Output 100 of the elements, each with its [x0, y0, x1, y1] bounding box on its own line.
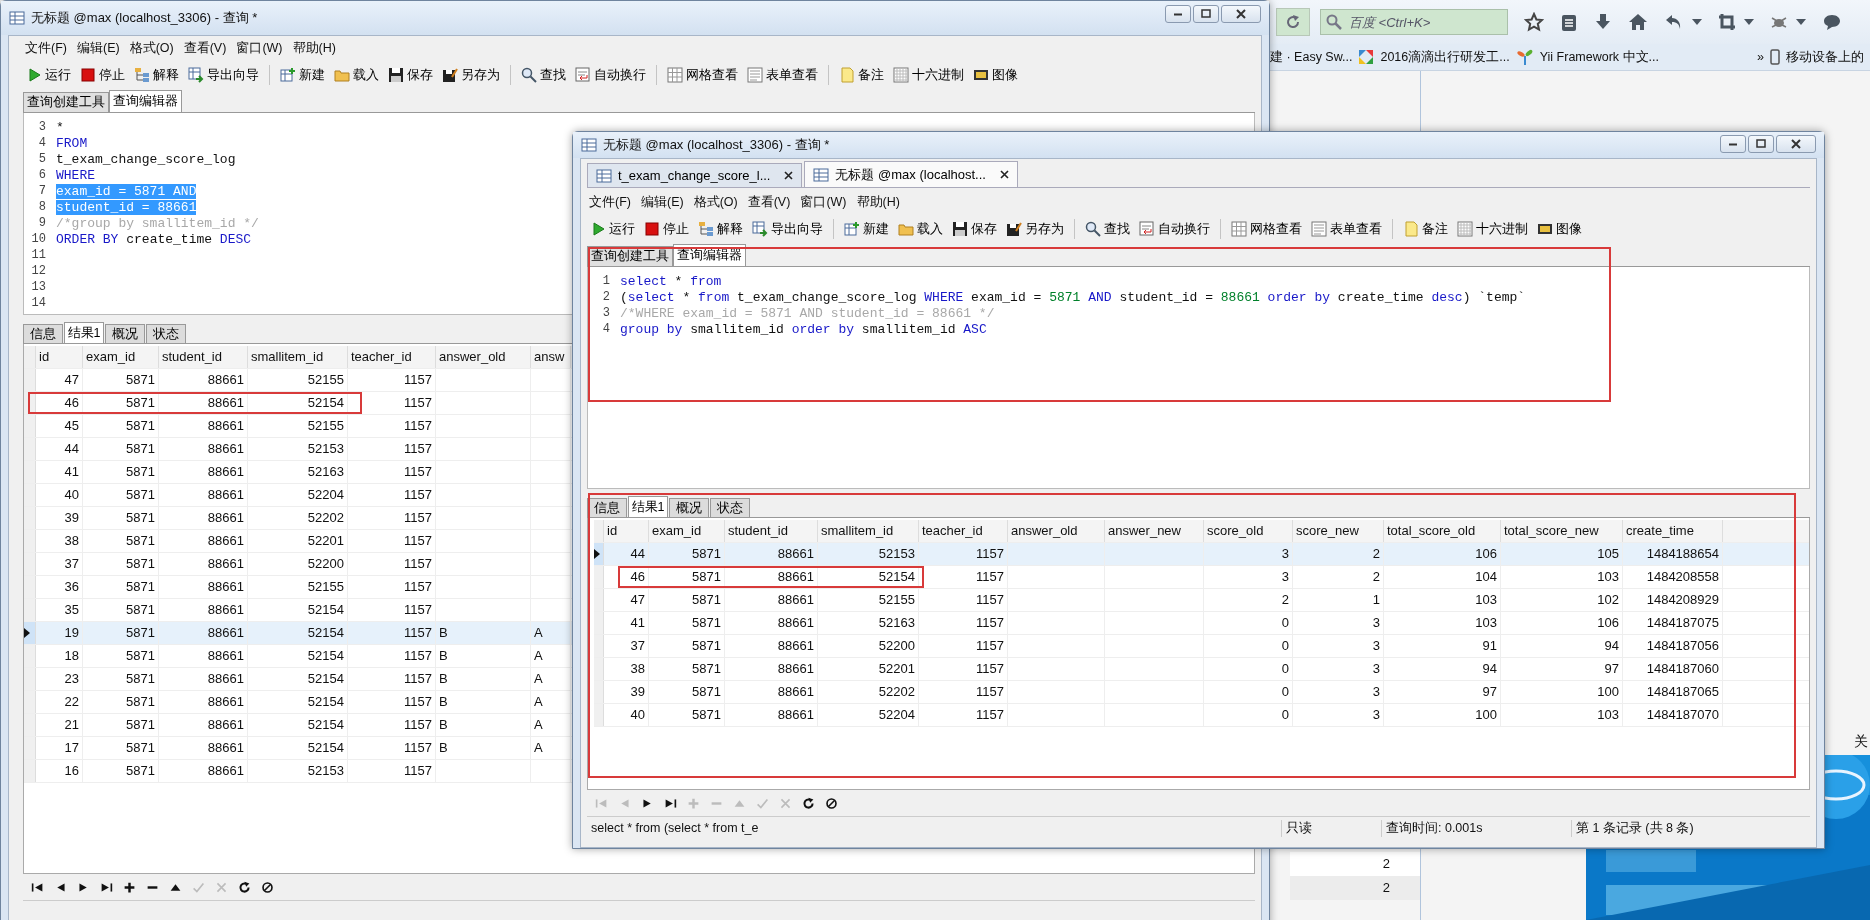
- menu-item[interactable]: 文件(F): [589, 193, 631, 211]
- menu-item[interactable]: 文件(F): [25, 39, 67, 57]
- column-header[interactable]: exam_id: [649, 520, 725, 542]
- column-header[interactable]: total_score_old: [1384, 520, 1501, 542]
- toolbar-button[interactable]: 图像: [970, 64, 1021, 86]
- toolbar-button[interactable]: 运行: [587, 218, 638, 240]
- editor-tab[interactable]: 查询编辑器: [673, 244, 746, 266]
- maximize-button[interactable]: [1748, 135, 1774, 153]
- close-icon[interactable]: [784, 171, 794, 180]
- minimize-button[interactable]: [1720, 135, 1746, 153]
- toolbar-button[interactable]: 载入: [331, 64, 382, 86]
- bookmark-link[interactable]: 建 · Easy Sw...: [1270, 48, 1353, 66]
- toolbar-button[interactable]: 备注: [1400, 218, 1451, 240]
- toolbar-button[interactable]: 运行: [23, 64, 74, 86]
- column-header[interactable]: teacher_id: [919, 520, 1008, 542]
- toolbar-button[interactable]: 停止: [641, 218, 692, 240]
- menu-item[interactable]: 窗口(W): [236, 39, 283, 57]
- refresh-icon[interactable]: [238, 880, 251, 894]
- toolbar-button[interactable]: 导出向导: [749, 218, 826, 240]
- column-header[interactable]: score_old: [1204, 520, 1293, 542]
- menu-item[interactable]: 编辑(E): [640, 193, 684, 211]
- toolbar-button[interactable]: 新建: [841, 218, 892, 240]
- toolbar-button[interactable]: 自动换行: [1136, 218, 1213, 240]
- skip-end-icon[interactable]: [100, 880, 113, 894]
- column-header[interactable]: score_new: [1293, 520, 1384, 542]
- column-header[interactable]: answer_new: [1105, 520, 1204, 542]
- result-tab[interactable]: 状态: [710, 498, 750, 517]
- column-header[interactable]: answ: [531, 346, 571, 368]
- no-entry-icon[interactable]: [825, 796, 838, 810]
- search-field[interactable]: 百度 <Ctrl+K>: [1320, 9, 1508, 35]
- bookmark-link[interactable]: 2016滴滴出行研发工...: [1380, 48, 1510, 66]
- toolbar-button[interactable]: 查找: [1082, 218, 1133, 240]
- result-tab[interactable]: 状态: [146, 324, 186, 343]
- overflow-chevron[interactable]: »: [1757, 50, 1764, 64]
- bug-icon[interactable]: [1770, 14, 1788, 30]
- left-triangle-icon[interactable]: [54, 880, 67, 894]
- toolbar-button[interactable]: 解释: [695, 218, 746, 240]
- toolbar-button[interactable]: 查找: [518, 64, 569, 86]
- caret-icon[interactable]: [1692, 19, 1702, 25]
- menu-item[interactable]: 帮助(H): [856, 193, 900, 211]
- toolbar-button[interactable]: 导出向导: [185, 64, 262, 86]
- bookmark-folder[interactable]: 移动设备上的: [1785, 48, 1864, 66]
- close-icon[interactable]: [999, 170, 1009, 179]
- refresh-button[interactable]: [1276, 8, 1310, 36]
- minimize-button[interactable]: [1165, 5, 1191, 23]
- toolbar-button[interactable]: 网格查看: [664, 64, 741, 86]
- column-header[interactable]: smallitem_id: [818, 520, 919, 542]
- result-tab[interactable]: 结果1: [628, 496, 668, 517]
- toolbar-button[interactable]: 另存为: [439, 64, 503, 86]
- menu-item[interactable]: 查看(V): [747, 193, 791, 211]
- column-header[interactable]: teacher_id: [348, 346, 436, 368]
- editor-tab[interactable]: 查询创建工具: [23, 92, 109, 112]
- column-header[interactable]: student_id: [159, 346, 248, 368]
- toolbar-button[interactable]: 网格查看: [1228, 218, 1305, 240]
- column-header[interactable]: answer_old: [436, 346, 531, 368]
- document-tab[interactable]: t_exam_change_score_l...: [587, 163, 803, 187]
- right-triangle-icon[interactable]: [641, 796, 654, 810]
- toolbar-button[interactable]: 新建: [277, 64, 328, 86]
- document-tab[interactable]: 无标题 @max (localhost...: [804, 161, 1018, 187]
- toolbar-button[interactable]: 表单查看: [744, 64, 821, 86]
- menu-item[interactable]: 帮助(H): [292, 39, 336, 57]
- column-header[interactable]: create_time: [1623, 520, 1723, 542]
- right-triangle-icon[interactable]: [77, 880, 90, 894]
- result-tab[interactable]: 概况: [669, 498, 709, 517]
- plus-icon[interactable]: [123, 880, 136, 894]
- column-header[interactable]: id: [36, 346, 83, 368]
- column-header[interactable]: total_score_new: [1501, 520, 1623, 542]
- column-header[interactable]: answer_old: [1008, 520, 1105, 542]
- menu-item[interactable]: 查看(V): [183, 39, 227, 57]
- toolbar-button[interactable]: 载入: [895, 218, 946, 240]
- toolbar-button[interactable]: 保存: [949, 218, 1000, 240]
- caret-icon[interactable]: [1744, 19, 1754, 25]
- toolbar-button[interactable]: 十六进制: [890, 64, 967, 86]
- no-entry-icon[interactable]: [261, 880, 274, 894]
- menu-item[interactable]: 格式(O): [129, 39, 174, 57]
- menu-item[interactable]: 窗口(W): [800, 193, 847, 211]
- toolbar-button[interactable]: 保存: [385, 64, 436, 86]
- caret-icon[interactable]: [1796, 19, 1806, 25]
- row-selector[interactable]: [24, 622, 36, 644]
- skip-end-icon[interactable]: [664, 796, 677, 810]
- result-tab[interactable]: 结果1: [64, 322, 104, 343]
- menu-item[interactable]: 编辑(E): [76, 39, 120, 57]
- home-icon[interactable]: [1628, 12, 1648, 32]
- refresh-icon[interactable]: [802, 796, 815, 810]
- editor-tab[interactable]: 查询编辑器: [109, 90, 182, 112]
- maximize-button[interactable]: [1193, 5, 1219, 23]
- close-button[interactable]: [1776, 135, 1816, 153]
- clipboard-icon[interactable]: [1560, 12, 1578, 32]
- skip-start-icon[interactable]: [31, 880, 44, 894]
- toolbar-button[interactable]: 停止: [77, 64, 128, 86]
- toolbar-button[interactable]: 解释: [131, 64, 182, 86]
- column-header[interactable]: student_id: [725, 520, 818, 542]
- result-tab[interactable]: 信息: [23, 324, 63, 343]
- chat-icon[interactable]: [1822, 13, 1842, 31]
- toolbar-button[interactable]: 图像: [1534, 218, 1585, 240]
- column-header[interactable]: smallitem_id: [248, 346, 348, 368]
- toolbar-button[interactable]: 表单查看: [1308, 218, 1385, 240]
- star-icon[interactable]: [1524, 12, 1544, 32]
- menu-item[interactable]: 格式(O): [693, 193, 738, 211]
- row-selector[interactable]: [594, 543, 604, 565]
